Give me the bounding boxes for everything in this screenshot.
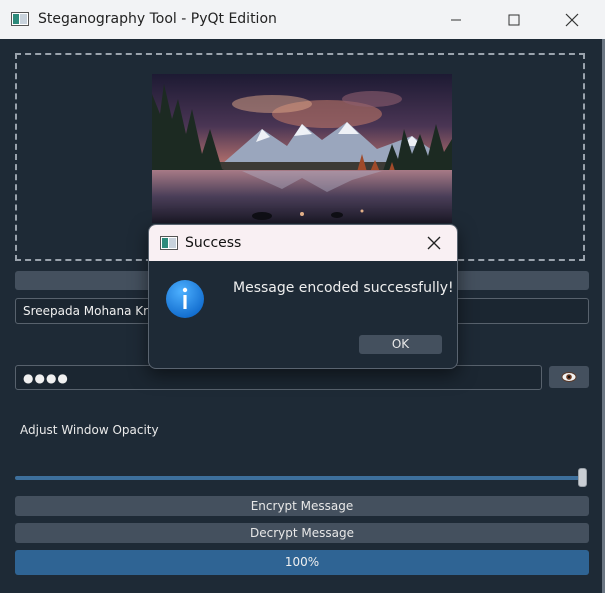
success-dialog: Success Message encoded successfully! OK (148, 224, 458, 369)
password-input-value: ●●●● (23, 371, 69, 385)
ok-button[interactable]: OK (359, 335, 442, 354)
minimize-icon (451, 19, 461, 20)
app-icon (11, 12, 29, 29)
toggle-password-button[interactable] (549, 366, 589, 388)
close-button[interactable] (543, 0, 601, 39)
info-icon (165, 279, 205, 322)
close-icon (565, 13, 579, 26)
dialog-message: Message encoded successfully! (233, 280, 454, 296)
message-input-value: Sreepada Mohana Kris (23, 304, 158, 318)
dialog-app-icon (160, 236, 178, 253)
opacity-slider-handle[interactable] (578, 468, 587, 487)
window-titlebar[interactable]: Steganography Tool - PyQt Edition (0, 0, 605, 39)
window-title: Steganography Tool - PyQt Edition (38, 11, 277, 27)
eye-icon (561, 372, 577, 382)
encrypt-button[interactable]: Encrypt Message (15, 496, 589, 516)
dialog-close-button[interactable] (427, 236, 441, 253)
maximize-button[interactable] (485, 0, 543, 39)
progress-text: 100% (284, 555, 320, 569)
decrypt-button[interactable]: Decrypt Message (15, 523, 589, 543)
dialog-titlebar[interactable]: Success (149, 225, 457, 261)
close-icon (427, 236, 441, 250)
image-preview (152, 74, 452, 223)
maximize-icon (508, 14, 520, 25)
dialog-title: Success (185, 235, 242, 251)
minimize-button[interactable] (427, 0, 485, 39)
opacity-label: Adjust Window Opacity (20, 423, 159, 437)
progress-bar: 100% (15, 550, 589, 575)
opacity-slider-track[interactable] (15, 476, 583, 480)
